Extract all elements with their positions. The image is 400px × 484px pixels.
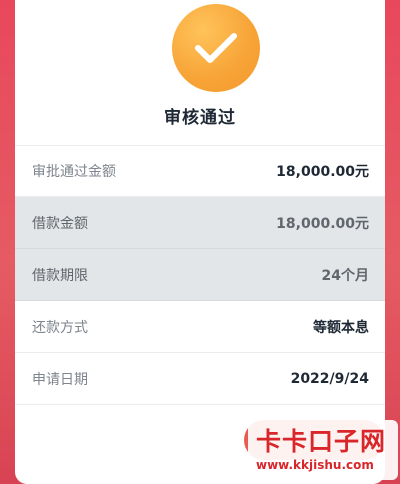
detail-value: 2022/9/24	[290, 370, 369, 387]
detail-value: 等额本息	[313, 319, 369, 336]
detail-value: 18,000.00元	[276, 163, 369, 180]
detail-row-application-date: 申请日期 2022/9/24	[15, 353, 385, 405]
detail-label: 借款金额	[32, 215, 88, 232]
detail-value: 24个月	[321, 267, 369, 284]
watermark-title: 卡卡口子网	[256, 427, 387, 456]
watermark-url: www.kkjishu.com	[256, 458, 374, 472]
site-watermark: 卡卡口子网 www.kkjishu.com	[248, 420, 398, 480]
details-list: 审批通过金额 18,000.00元 借款金额 18,000.00元 借款期限 2…	[15, 145, 385, 405]
detail-label: 还款方式	[32, 319, 88, 336]
detail-label: 审批通过金额	[32, 163, 116, 180]
detail-label: 借款期限	[32, 267, 88, 284]
approval-card: 审核通过 审批通过金额 18,000.00元 借款金额 18,000.00元 借…	[15, 0, 385, 484]
detail-label: 申请日期	[32, 371, 88, 388]
detail-row-loan-term: 借款期限 24个月	[15, 249, 385, 301]
detail-value: 18,000.00元	[276, 215, 369, 232]
detail-row-loan-amount: 借款金额 18,000.00元	[15, 197, 385, 249]
status-title: 审核通过	[164, 108, 236, 128]
detail-row-approved-amount: 审批通过金额 18,000.00元	[15, 145, 385, 197]
approved-check-icon	[172, 4, 260, 92]
detail-row-repayment-method: 还款方式 等额本息	[15, 301, 385, 353]
